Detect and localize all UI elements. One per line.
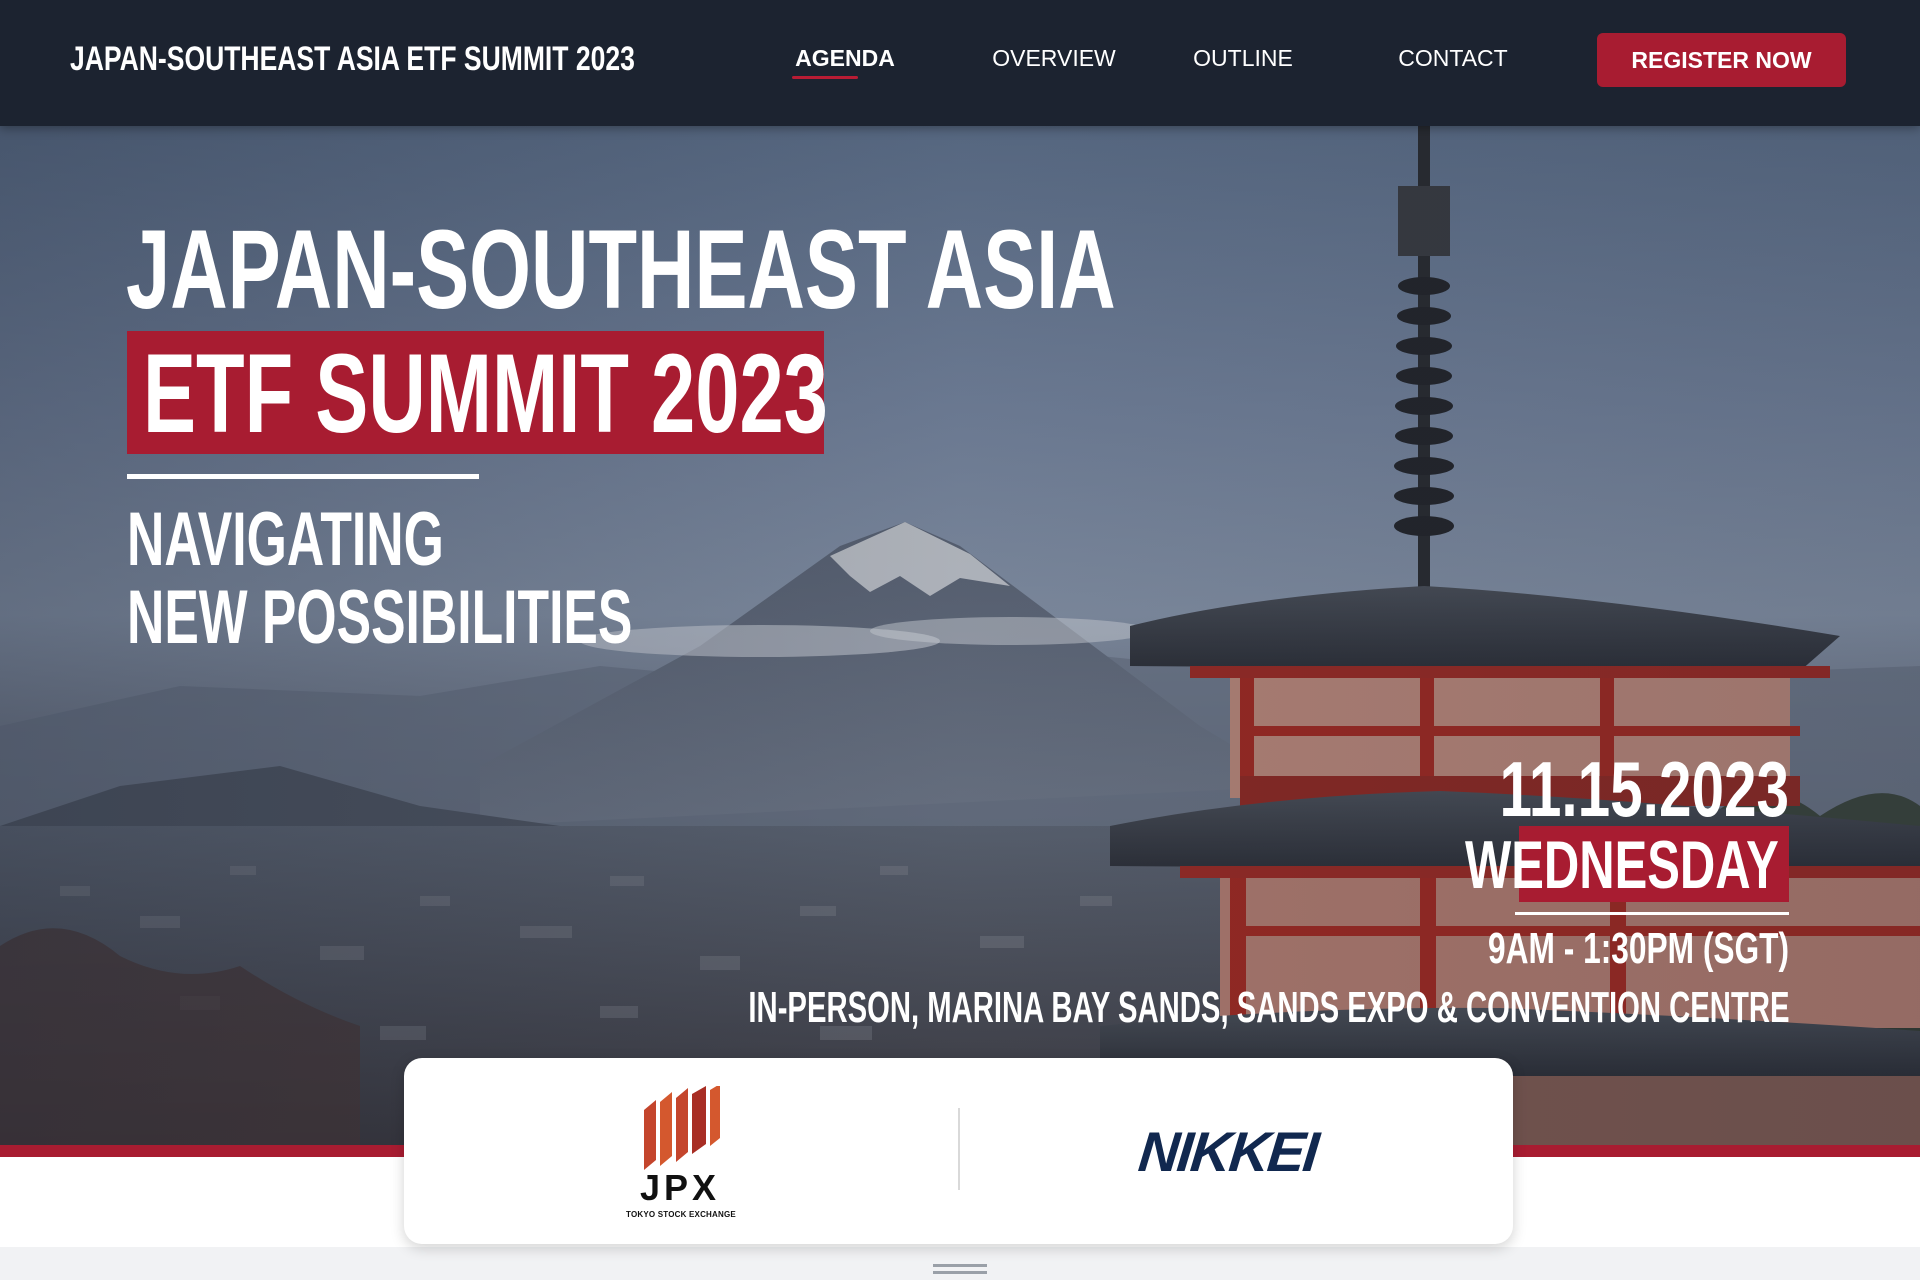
hero-tagline-line2: NEW POSSIBILITIES [127, 575, 633, 660]
hero-title-line2: ETF SUMMIT 2023 [143, 331, 828, 456]
jpx-subtitle: TOKYO STOCK EXCHANGE [626, 1210, 736, 1219]
partner-logos-card: JPX TOKYO STOCK EXCHANGE NIKKEI [404, 1058, 1513, 1244]
nav-overview[interactable]: OVERVIEW [987, 38, 1121, 78]
hero-tagline-line1: NAVIGATING [127, 497, 444, 582]
drag-handle-icon[interactable] [933, 1264, 987, 1274]
logo-divider [958, 1108, 960, 1190]
hero-banner: JAPAN-SOUTHEAST ASIA ETF SUMMIT 2023 NAV… [0, 126, 1920, 1145]
jpx-wordmark: JPX [640, 1167, 721, 1208]
nav-outline[interactable]: OUTLINE [1189, 38, 1297, 78]
nav-agenda[interactable]: AGENDA [792, 38, 898, 78]
site-title[interactable]: JAPAN-SOUTHEAST ASIA ETF SUMMIT 2023 [70, 34, 635, 84]
top-navigation-bar: JAPAN-SOUTHEAST ASIA ETF SUMMIT 2023 AGE… [0, 0, 1920, 126]
nikkei-logo: NIKKEI [1135, 1120, 1321, 1183]
active-nav-indicator [792, 76, 858, 79]
nav-contact[interactable]: CONTACT [1391, 38, 1515, 78]
register-now-button[interactable]: REGISTER NOW [1597, 33, 1846, 87]
hero-title-line1: JAPAN-SOUTHEAST ASIA [126, 207, 1116, 332]
hero-divider [127, 474, 479, 479]
